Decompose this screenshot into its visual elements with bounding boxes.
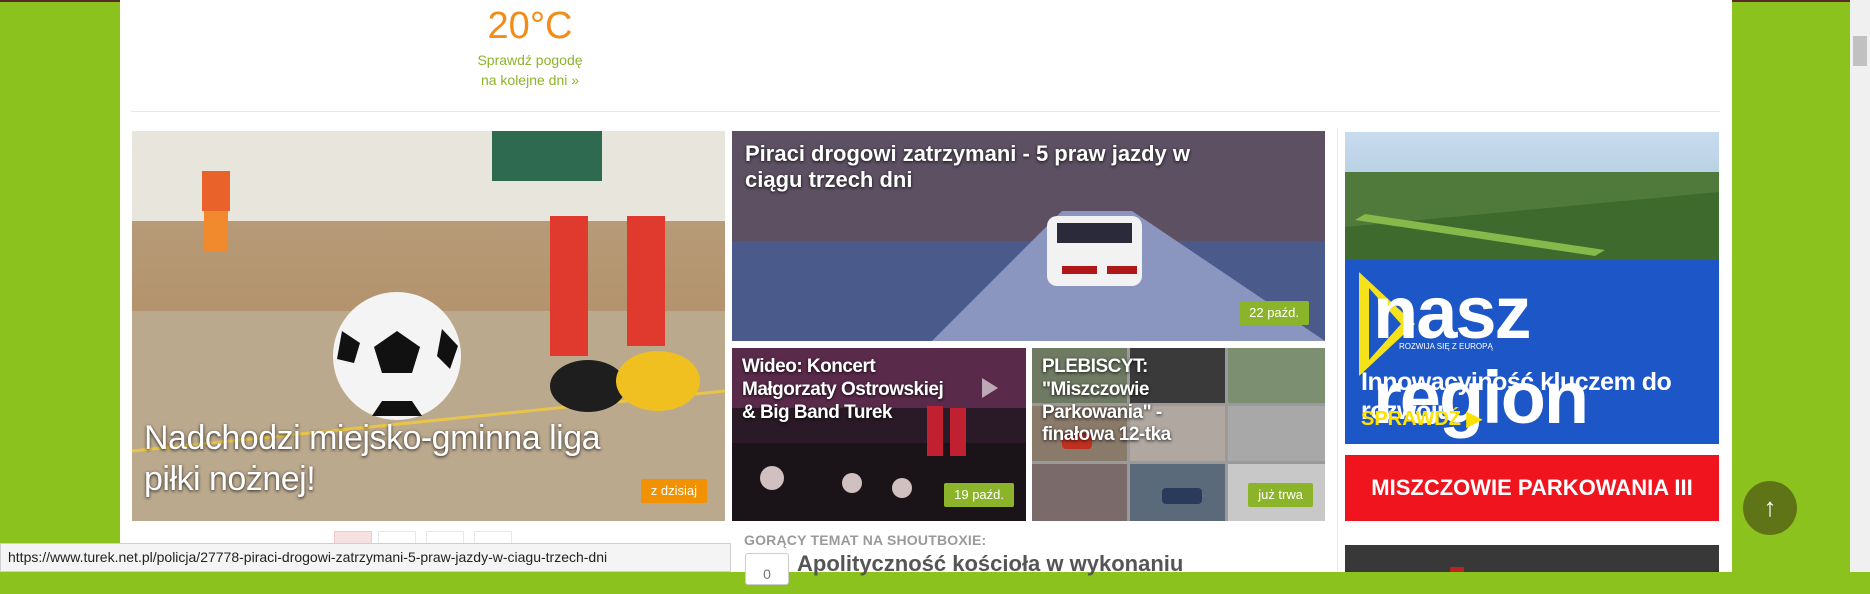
card-title[interactable]: Wideo: Koncert Małgorzaty Ostrowskiej & … — [742, 356, 952, 424]
weather-link-line2[interactable]: na kolejne dni » — [460, 70, 600, 90]
status-bar-url: https://www.turek.net.pl/policja/27778-p… — [0, 543, 731, 572]
ad-dark-banner[interactable] — [1345, 545, 1719, 572]
sidebar-divider — [1337, 128, 1338, 572]
date-badge: 19 paźd. — [944, 483, 1014, 507]
hot-topic-title[interactable]: Apolityczność kościoła w wykonaniu — [797, 551, 1183, 577]
temperature: 20°C — [487, 5, 573, 47]
hot-topic-label: GORĄCY TEMAT NA SHOUTBOXIE: — [744, 532, 987, 548]
ad-nasz-region[interactable]: nasz region ROZWIJA SIĘ Z EUROPĄ Innowac… — [1345, 132, 1719, 444]
arrow-up-icon: ↑ — [1763, 492, 1777, 522]
date-badge: z dzisiaj — [640, 479, 707, 503]
header-divider — [131, 111, 1720, 112]
comment-count: 0 — [745, 553, 789, 585]
ad-miszczowie-parkowania[interactable]: MISZCZOWIE PARKOWANIA III — [1345, 455, 1719, 521]
date-badge: 22 paźd. — [1239, 301, 1309, 325]
scrollbar-thumb[interactable] — [1853, 36, 1867, 66]
weather-widget[interactable]: 20°C Sprawdź pogodę na kolejne dni » — [460, 2, 600, 90]
ad-subtitle: ROZWIJA SIĘ Z EUROPĄ — [1399, 342, 1493, 351]
featured-card-concert[interactable]: Wideo: Koncert Małgorzaty Ostrowskiej & … — [732, 348, 1026, 521]
scroll-to-top-button[interactable]: ↑ — [1743, 481, 1797, 535]
ad-cta[interactable]: SPRAWDŹ ▶ — [1361, 406, 1482, 431]
ad-dark-logo-mark — [1450, 567, 1464, 572]
scrollbar-track[interactable] — [1850, 0, 1870, 572]
featured-card-football[interactable]: Nadchodzi miejsko-gminna liga piłki nożn… — [132, 131, 725, 521]
card-title[interactable]: Piraci drogowi zatrzymani - 5 praw jazdy… — [745, 141, 1215, 194]
featured-card-plebiscite[interactable]: PLEBISCYT: "Miszczowie Parkowania" - fin… — [1032, 348, 1325, 521]
featured-card-police[interactable]: Piraci drogowi zatrzymani - 5 praw jazdy… — [732, 131, 1325, 341]
card-title[interactable]: PLEBISCYT: "Miszczowie Parkowania" - fin… — [1042, 356, 1237, 447]
weather-link-line1[interactable]: Sprawdź pogodę — [460, 50, 600, 70]
card-title[interactable]: Nadchodzi miejsko-gminna liga piłki nożn… — [144, 418, 664, 500]
date-badge: już trwa — [1248, 483, 1313, 507]
